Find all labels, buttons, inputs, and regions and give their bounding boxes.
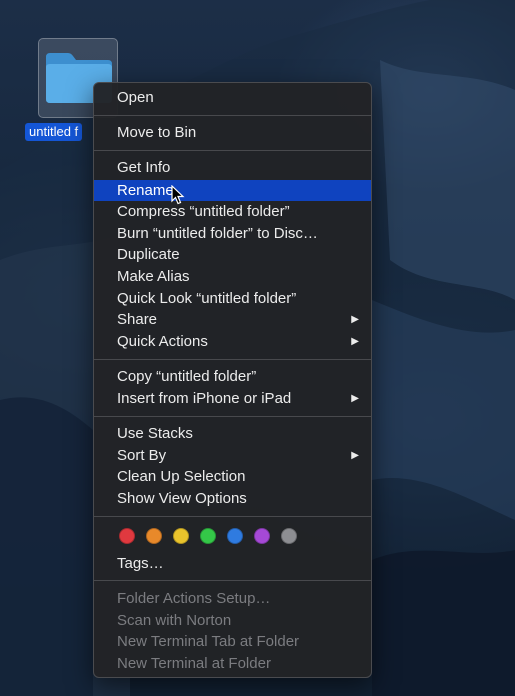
menu-item-label: Make Alias	[117, 268, 190, 285]
menu-item-tags[interactable]: Tags…	[94, 553, 371, 574]
menu-item-show-view-options[interactable]: Show View Options	[94, 488, 371, 509]
menu-item-share[interactable]: Share ▶	[94, 309, 371, 330]
menu-item-label: New Terminal Tab at Folder	[117, 633, 300, 650]
menu-item-label: Move to Bin	[117, 124, 197, 141]
tag-orange-dot[interactable]	[146, 528, 162, 544]
menu-item-label: Tags…	[117, 555, 164, 572]
tag-gray-dot[interactable]	[281, 528, 297, 544]
tag-green-dot[interactable]	[200, 528, 216, 544]
menu-item-burn-to-disc[interactable]: Burn “untitled folder” to Disc…	[94, 223, 371, 244]
menu-item-label: Copy “untitled folder”	[117, 368, 257, 385]
menu-item-insert-from-iphone[interactable]: Insert from iPhone or iPad ▶	[94, 388, 371, 409]
menu-item-use-stacks[interactable]: Use Stacks	[94, 423, 371, 444]
menu-separator	[94, 516, 371, 517]
chevron-right-icon: ▶	[351, 314, 359, 325]
menu-item-rename[interactable]: Rename	[94, 180, 371, 201]
menu-item-label: Rename	[117, 182, 174, 199]
menu-item-open[interactable]: Open	[94, 87, 371, 108]
menu-item-label: Clean Up Selection	[117, 468, 246, 485]
menu-item-label: Compress “untitled folder”	[117, 203, 290, 220]
chevron-right-icon: ▶	[351, 336, 359, 347]
menu-item-label: Sort By	[117, 447, 167, 464]
menu-item-quick-actions[interactable]: Quick Actions ▶	[94, 331, 371, 352]
menu-separator	[94, 359, 371, 360]
menu-item-label: Folder Actions Setup…	[117, 590, 271, 607]
tag-red-dot[interactable]	[119, 528, 135, 544]
menu-item-compress[interactable]: Compress “untitled folder”	[94, 201, 371, 222]
tag-blue-dot[interactable]	[227, 528, 243, 544]
chevron-right-icon: ▶	[351, 450, 359, 461]
menu-item-make-alias[interactable]: Make Alias	[94, 266, 371, 287]
menu-item-folder-actions-setup: Folder Actions Setup…	[94, 588, 371, 609]
menu-item-label: New Terminal at Folder	[117, 655, 271, 672]
menu-item-label: Get Info	[117, 159, 171, 176]
menu-item-label: Share	[117, 311, 158, 328]
menu-item-label: Burn “untitled folder” to Disc…	[117, 225, 318, 242]
menu-item-duplicate[interactable]: Duplicate	[94, 244, 371, 265]
context-menu: Open Move to Bin Get Info Rename Compres…	[93, 82, 372, 678]
menu-separator	[94, 580, 371, 581]
menu-item-sort-by[interactable]: Sort By ▶	[94, 445, 371, 466]
menu-item-get-info[interactable]: Get Info	[94, 157, 371, 178]
menu-item-copy[interactable]: Copy “untitled folder”	[94, 366, 371, 387]
menu-item-label: Show View Options	[117, 490, 247, 507]
chevron-right-icon: ▶	[351, 393, 359, 404]
menu-item-label: Open	[117, 89, 154, 106]
tag-yellow-dot[interactable]	[173, 528, 189, 544]
tag-purple-dot[interactable]	[254, 528, 270, 544]
menu-item-new-terminal: New Terminal at Folder	[94, 653, 371, 674]
pointer-cursor-icon	[171, 185, 185, 205]
menu-item-label: Use Stacks	[117, 425, 193, 442]
menu-separator	[94, 115, 371, 116]
folder-name-label[interactable]: untitled f	[25, 123, 83, 141]
menu-item-clean-up-selection[interactable]: Clean Up Selection	[94, 466, 371, 487]
menu-item-label: Insert from iPhone or iPad	[117, 390, 292, 407]
menu-item-label: Duplicate	[117, 246, 180, 263]
menu-item-move-to-bin[interactable]: Move to Bin	[94, 122, 371, 143]
menu-item-label: Scan with Norton	[117, 612, 232, 629]
menu-separator	[94, 150, 371, 151]
menu-item-label: Quick Actions	[117, 333, 208, 350]
menu-item-scan-with-norton: Scan with Norton	[94, 610, 371, 631]
menu-item-new-terminal-tab: New Terminal Tab at Folder	[94, 631, 371, 652]
menu-item-label: Quick Look “untitled folder”	[117, 290, 297, 307]
menu-item-quick-look[interactable]: Quick Look “untitled folder”	[94, 288, 371, 309]
menu-separator	[94, 416, 371, 417]
